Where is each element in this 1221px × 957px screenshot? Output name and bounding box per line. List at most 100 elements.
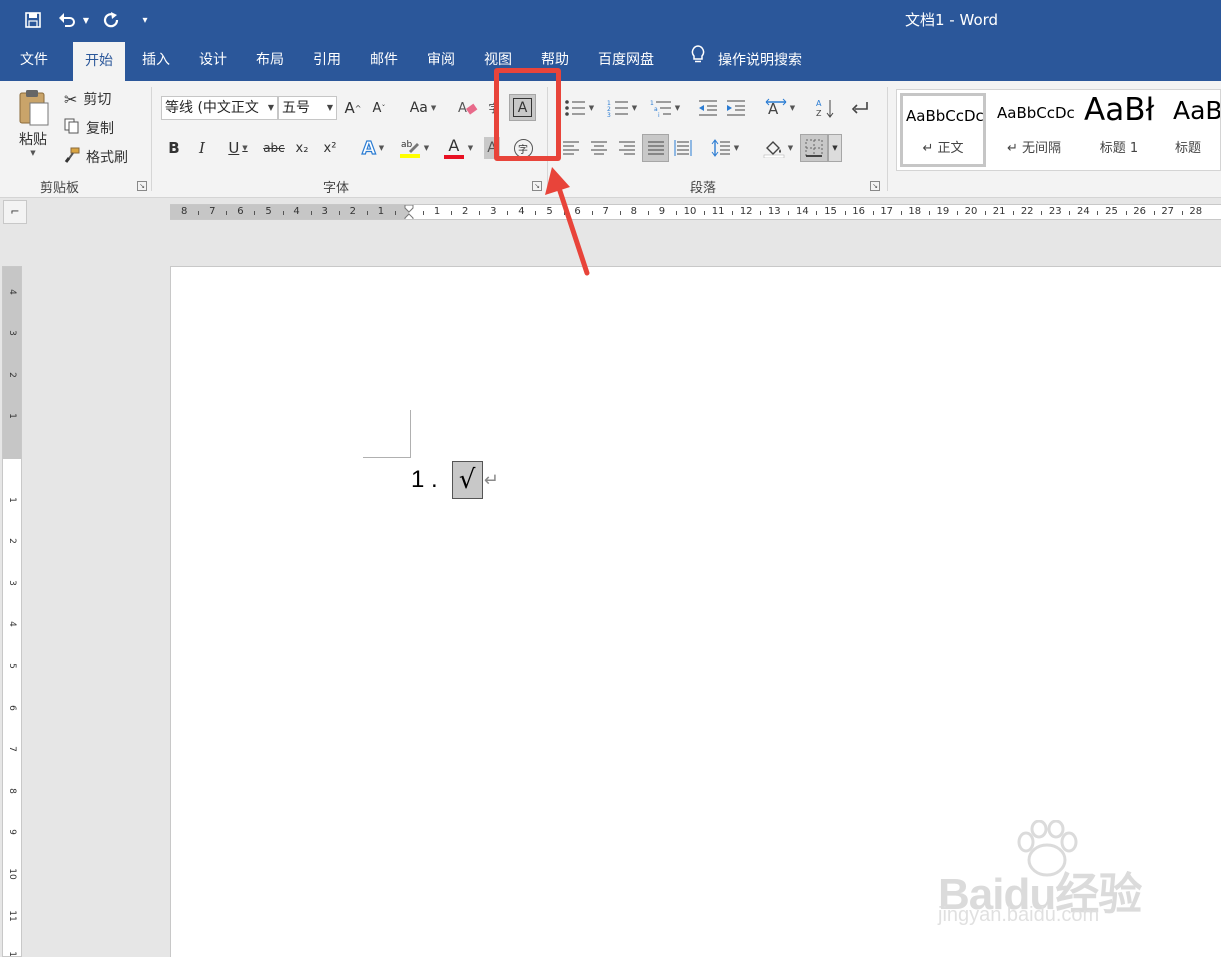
horizontal-ruler[interactable]: 8 7 6 5 4 3 2 1 1 2 3 4 5 6 7 8 9 10 11 12 13 14 15 16 17 18 19 20 2… — [170, 204, 1221, 220]
ruler-number: 8 — [181, 206, 188, 217]
grow-font-icon[interactable]: A ^ — [343, 97, 363, 119]
distributed-icon[interactable] — [672, 137, 694, 159]
enclose-characters-icon[interactable]: 字 — [511, 136, 535, 160]
format-painter-label: 格式刷 — [86, 150, 128, 166]
asian-layout-button[interactable]: A ▼ — [762, 97, 798, 119]
paintbrush-icon — [64, 147, 80, 167]
shrink-font-icon[interactable]: Aˇ — [369, 97, 389, 119]
align-left-icon[interactable] — [560, 137, 582, 159]
copy-label: 复制 — [86, 121, 114, 137]
tab-help[interactable]: 帮助 — [541, 40, 569, 81]
cut-button[interactable]: ✂ 剪切 — [64, 88, 111, 110]
character-border-button[interactable]: A — [509, 94, 536, 121]
tab-selector[interactable]: ⌐ — [3, 200, 27, 224]
borders-dropdown-icon[interactable]: ▼ — [828, 134, 842, 162]
tab-layout[interactable]: 布局 — [256, 40, 284, 81]
underline-button[interactable]: U ▼ — [220, 137, 256, 159]
borders-button[interactable] — [800, 134, 828, 162]
clipboard-launcher-icon[interactable]: ↘ — [137, 181, 147, 191]
show-hide-marks-icon[interactable] — [848, 97, 870, 119]
increase-indent-icon[interactable] — [725, 97, 747, 119]
numbering-button[interactable]: 1 2 3 ▼ — [603, 97, 641, 119]
ruler-number: 17 — [880, 206, 894, 217]
ruler-number: 5 — [265, 206, 272, 217]
tab-design[interactable]: 设计 — [199, 40, 227, 81]
phonetic-guide-icon[interactable]: 字 — [484, 97, 504, 119]
tab-mailings[interactable]: 邮件 — [370, 40, 398, 81]
sort-icon[interactable]: AZ — [814, 97, 836, 119]
ruler-tick — [788, 211, 790, 215]
highlight-color-button[interactable]: ab ▼ — [396, 136, 432, 160]
ruler-number: 1 — [377, 206, 385, 217]
line-spacing-icon — [711, 139, 730, 157]
scissors-icon: ✂ — [64, 89, 78, 109]
multilevel-list-button[interactable]: 1 a i ▼ — [646, 97, 684, 119]
paste-button[interactable]: 粘贴 ▼ — [12, 87, 54, 167]
redo-icon[interactable] — [100, 8, 122, 32]
copy-icon — [64, 118, 80, 138]
bordered-check-character[interactable]: √ — [451, 461, 483, 499]
tab-insert[interactable]: 插入 — [142, 40, 170, 81]
undo-dropdown-icon[interactable]: ▼ — [80, 8, 92, 32]
align-center-icon[interactable] — [588, 137, 610, 159]
strikethrough-button[interactable]: abc — [262, 137, 286, 159]
character-shading-icon[interactable]: A — [484, 137, 500, 159]
tab-view[interactable]: 视图 — [484, 40, 512, 81]
svg-text:A: A — [816, 99, 822, 108]
list-item[interactable]: 1 . √ ↵ — [411, 461, 499, 499]
bullets-button[interactable]: ▼ — [560, 97, 598, 119]
font-name-combo[interactable]: 等线 (中文正文 ▼ — [161, 96, 278, 120]
chevron-down-icon: ▼ — [326, 103, 333, 112]
ruler-tick — [254, 211, 256, 215]
ruler-number: 21 — [992, 206, 1006, 217]
vertical-ruler-number: 6 — [7, 704, 17, 711]
title-bar: ▼ ▾ 文档1 - Word — [0, 0, 1221, 40]
style-no-spacing[interactable]: AaBbCcDc ↵ 无间隔 — [991, 90, 1077, 170]
character-border-letter: A — [517, 99, 528, 116]
ruler-tick — [872, 211, 874, 215]
group-divider — [887, 87, 888, 191]
tab-references[interactable]: 引用 — [313, 40, 341, 81]
clear-formatting-icon[interactable]: A — [457, 97, 479, 119]
ruler-number: 22 — [1020, 206, 1034, 217]
tab-review[interactable]: 审阅 — [427, 40, 455, 81]
ruler-tick — [310, 211, 312, 215]
style-name: ↵ 无间隔 — [1006, 141, 1062, 156]
shading-button[interactable]: ▼ — [760, 137, 796, 159]
ruler-tick — [985, 211, 987, 215]
tab-baidu-netdisk[interactable]: 百度网盘 — [598, 40, 654, 81]
undo-icon[interactable] — [56, 8, 78, 32]
style-heading-1[interactable]: AaBł 标题 1 — [1079, 90, 1159, 170]
tell-me-search[interactable]: 操作说明搜索 — [690, 40, 802, 81]
italic-button[interactable]: I — [192, 137, 212, 159]
text-effects-button[interactable]: A ▼ — [356, 136, 390, 160]
subscript-button[interactable]: x₂ — [292, 137, 312, 159]
bold-button[interactable]: B — [164, 137, 184, 159]
style-name: 标题 1 — [1099, 141, 1139, 156]
font-color-button[interactable]: A ▼ — [440, 136, 476, 160]
copy-button[interactable]: 复制 — [64, 117, 114, 139]
ruler-number: 20 — [964, 206, 978, 217]
change-case-button[interactable]: Aa ▼ — [406, 97, 440, 119]
ruler-tick — [619, 211, 621, 215]
tab-file[interactable]: 文件 — [20, 40, 48, 81]
list-number: 1 . — [411, 466, 438, 493]
paint-bucket-icon — [763, 141, 785, 158]
style-heading-2[interactable]: AaB 标题 — [1167, 90, 1220, 170]
tab-home[interactable]: 开始 — [73, 42, 125, 81]
vertical-ruler[interactable]: 4321123456789101112 — [2, 266, 22, 957]
format-painter-button[interactable]: 格式刷 — [64, 146, 128, 168]
style-normal[interactable]: AaBbCcDc ↵ 正文 — [900, 93, 986, 167]
save-icon[interactable] — [22, 8, 44, 32]
indent-marker[interactable] — [404, 205, 414, 219]
font-size-combo[interactable]: 五号 ▼ — [278, 96, 337, 120]
superscript-button[interactable]: x² — [320, 137, 340, 159]
line-spacing-button[interactable]: ▼ — [707, 137, 743, 159]
decrease-indent-icon[interactable] — [697, 97, 719, 119]
justify-icon[interactable] — [642, 134, 669, 162]
ruler-number: 1 — [433, 206, 441, 217]
align-right-icon[interactable] — [616, 137, 638, 159]
customize-qat-icon[interactable]: ▾ — [138, 8, 152, 32]
ruler-tick — [675, 211, 677, 215]
paragraph-launcher-icon[interactable]: ↘ — [870, 181, 880, 191]
